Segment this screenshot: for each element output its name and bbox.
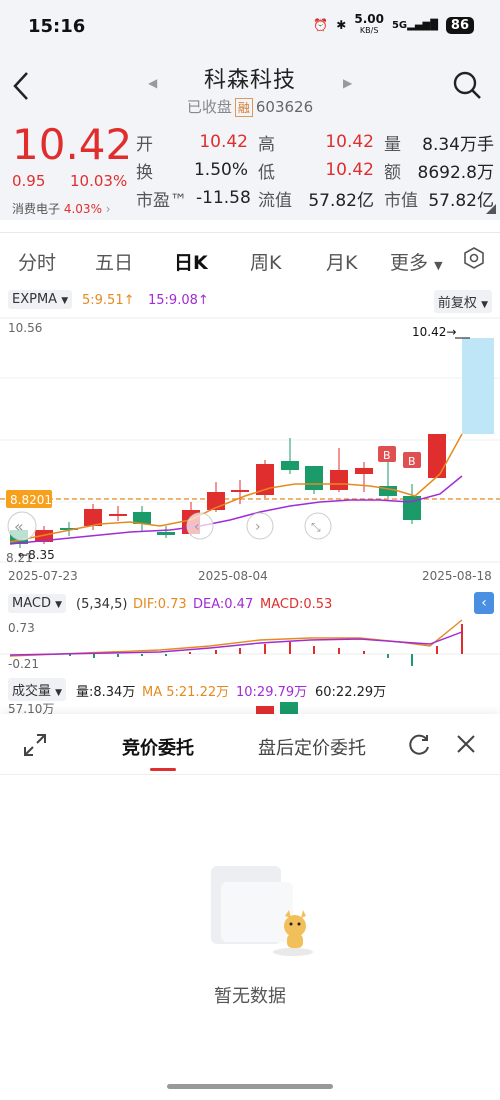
indicator-select[interactable]: EXPMA ▼ (8, 290, 73, 309)
empty-state-text: 暂无数据 (214, 986, 286, 1007)
date-label: 2025-07-23 (8, 569, 78, 583)
macd-y-high: 0.73 (8, 621, 35, 635)
ema15-value: 15:9.08↑ (148, 293, 209, 308)
volume-header: 成交量 ▼ 量:8.34万 MA 5:21.22万 10:29.79万 60:2… (0, 676, 500, 701)
macd-value: MACD:0.53 (260, 597, 333, 612)
volume-ma60: 60:22.29万 (315, 685, 387, 700)
search-icon[interactable] (452, 70, 482, 104)
price-change: 0.95 (12, 172, 46, 190)
quote-row: 开 10.42 高 10.42 量 8.34万手 (136, 132, 494, 155)
tab-auction-order[interactable]: 竞价委托 (122, 734, 194, 760)
order-panel: 竞价委托 盘后定价委托 暂无数据 (0, 714, 500, 1100)
expand-icon[interactable] (22, 732, 48, 762)
home-indicator[interactable] (167, 1084, 333, 1089)
price-line-label: 8.8201 (10, 493, 52, 507)
date-label: 2025-08-18 (422, 569, 492, 583)
tab-more[interactable]: 更多 ▼ (390, 248, 443, 275)
expand-corner-icon[interactable] (486, 204, 496, 214)
macd-y-low: -0.21 (8, 657, 39, 671)
prev-icon[interactable]: ‹ (194, 519, 200, 535)
status-bar: 15:16 ⏰ ✱ 5.00 KB/S 5G▂▄▆█ 86 (0, 0, 500, 56)
volume-bar (280, 702, 298, 714)
tab-daily-k[interactable]: 日K (174, 248, 208, 275)
bluetooth-icon: ✱ (336, 18, 347, 32)
stock-header: ◀ ▶ 科森科技 已收盘融 603626 (0, 56, 500, 120)
volume-select[interactable]: 成交量 ▼ (8, 678, 67, 701)
current-price: 10.42 (12, 120, 133, 169)
price-change-pct: 10.03% (70, 172, 128, 190)
status-icons: ⏰ ✱ 5.00 KB/S 5G▂▄▆█ 86 (313, 12, 474, 36)
tab-five-day[interactable]: 五日 (95, 248, 133, 275)
order-tabs: 竞价委托 盘后定价委托 (0, 714, 500, 775)
close-icon[interactable] (454, 732, 478, 760)
last-price-label: 10.42→ (412, 325, 456, 339)
active-tab-indicator (150, 768, 176, 771)
ema5-value: 5:9.51↑ (82, 293, 135, 308)
macd-chart: 0.73 -0.21 (0, 619, 500, 671)
macd-header: MACD ▼ (5,34,5) DIF:0.73 DEA:0.47 MACD:0… (0, 592, 500, 616)
margin-badge: 融 (234, 98, 253, 117)
limit-up-zone (462, 338, 494, 434)
chart-indicator-bar: EXPMA ▼ 5:9.51↑ 15:9.08↑ 前复权 ▼ (0, 288, 500, 316)
kline-chart[interactable]: 10.56 8.21 10.42→ 8.8201 B B « ‹ › ⤡ ←8.… (0, 316, 500, 592)
y-axis-high: 10.56 (8, 321, 42, 335)
quote-row: 市盈™ -11.58 流值 57.82亿 市值 57.82亿 (136, 188, 494, 211)
period-tabs: 分时 五日 日K 周K 月K 更多 ▼ (0, 240, 500, 284)
tab-weekly-k[interactable]: 周K (250, 248, 281, 275)
macd-dif: DIF:0.73 (133, 597, 187, 612)
alarm-icon: ⏰ (313, 18, 329, 32)
macd-dea: DEA:0.47 (193, 597, 254, 612)
low-price-label: ←8.35 (18, 548, 55, 562)
date-label: 2025-08-04 (198, 569, 268, 583)
buy-marker: B (408, 455, 416, 468)
quote-panel: 10.42 0.95 10.03% 消费电子 4.03% › 开 10.42 高… (0, 120, 500, 220)
tab-intraday[interactable]: 分时 (18, 248, 56, 275)
stock-subtitle: 已收盘融 603626 (186, 98, 314, 117)
volume-bar (256, 706, 274, 714)
collapse-panel-icon[interactable]: ‹ (474, 592, 494, 614)
next-icon[interactable]: › (255, 519, 261, 535)
tab-after-hours-order[interactable]: 盘后定价委托 (258, 734, 366, 760)
adjust-select[interactable]: 前复权 ▼ (433, 290, 492, 313)
clock: 15:16 (28, 16, 86, 37)
volume-value: 量:8.34万 (76, 685, 136, 700)
divider (0, 232, 500, 233)
volume-ma10: 10:29.79万 (236, 685, 308, 700)
signal-icon: 5G▂▄▆█ (391, 19, 438, 31)
network-speed: 5.00 KB/S (354, 12, 384, 35)
volume-ma5: MA 5:21.22万 (142, 685, 230, 700)
macd-select[interactable]: MACD ▼ (8, 594, 67, 613)
stock-name: 科森科技 (203, 68, 296, 93)
buy-marker: B (383, 449, 391, 462)
quote-row: 换 1.50% 低 10.42 额 8692.8万 (136, 160, 494, 183)
sector-link[interactable]: 消费电子 4.03% › (12, 200, 111, 217)
scroll-left-icon[interactable]: « (14, 517, 24, 536)
quote-grid: 开 10.42 高 10.42 量 8.34万手 换 1.50% 低 10.42… (136, 128, 496, 212)
settings-hex-icon[interactable] (462, 246, 486, 275)
macd-params: (5,34,5) (76, 597, 128, 612)
battery-icon: 86 (445, 16, 474, 34)
zoom-icon[interactable]: ⤡ (311, 520, 321, 534)
tab-monthly-k[interactable]: 月K (326, 248, 357, 275)
empty-state-illustration (205, 860, 315, 964)
refresh-icon[interactable] (406, 732, 432, 762)
